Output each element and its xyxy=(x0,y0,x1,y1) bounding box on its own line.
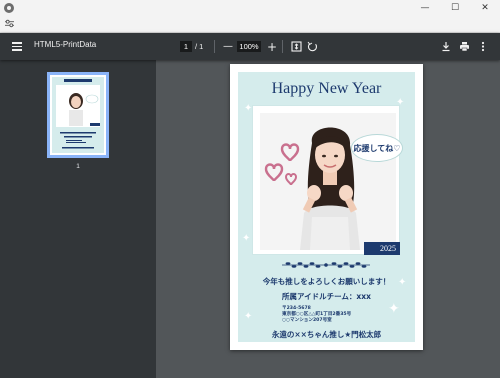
sparkle-icon: ✦ xyxy=(244,311,253,322)
pdf-toolbar: HTML5-PrintData 1 / 1 — 100% + xyxy=(0,33,500,60)
toolbar-divider xyxy=(214,40,215,53)
idol-group-line: 所属アイドルチーム：xxx xyxy=(282,292,371,301)
page-number-input[interactable]: 1 xyxy=(180,41,192,52)
zoom-level-input[interactable]: 100% xyxy=(237,41,261,52)
maximize-button[interactable]: ☐ xyxy=(440,0,470,15)
speech-bubble: 応援してね♡ xyxy=(351,134,403,162)
sender-name: 永遠の××ちゃん推し★門松太郎 xyxy=(271,330,382,339)
card-title: Happy New Year xyxy=(271,80,382,97)
app-icon xyxy=(4,2,14,13)
speech-bubble-text: 応援してね♡ xyxy=(353,143,401,153)
window-titlebar: — ☐ ✕ xyxy=(0,0,500,15)
download-icon[interactable] xyxy=(441,40,451,53)
sender-address: 〒234-5678 東京都○○区△△町1丁目2番35号 ○○マンション207号室 xyxy=(282,306,351,324)
rotate-icon[interactable] xyxy=(307,40,318,53)
page-count: / 1 xyxy=(195,42,204,51)
document-title: HTML5-PrintData xyxy=(34,40,97,49)
thumbnail-sidebar: 1 xyxy=(0,60,156,378)
tune-icon[interactable] xyxy=(5,19,14,28)
more-options-icon[interactable] xyxy=(480,40,486,53)
year-badge: 2025 xyxy=(364,242,400,255)
thumbnail-preview xyxy=(52,77,104,153)
zoom-in-button[interactable]: + xyxy=(267,40,277,54)
menu-icon[interactable] xyxy=(12,42,22,51)
close-button[interactable]: ✕ xyxy=(470,0,500,15)
site-info-strip xyxy=(0,15,500,33)
toolbar-divider xyxy=(282,40,283,53)
fit-page-icon[interactable] xyxy=(291,40,302,53)
minimize-button[interactable]: — xyxy=(410,0,440,15)
page-thumbnail[interactable] xyxy=(47,72,109,158)
sparkle-icon: ✦ xyxy=(244,103,253,114)
address-line: ○○マンション207号室 xyxy=(282,318,332,323)
window-controls: — ☐ ✕ xyxy=(410,0,500,15)
laurel-ornament xyxy=(282,262,370,268)
sparkle-icon: ✦ xyxy=(242,233,251,244)
print-icon[interactable] xyxy=(459,40,470,53)
thumbnail-page-number: 1 xyxy=(76,163,80,170)
pdf-page: Happy New Year ✦ ✦ ✦ ✦ ✦ ✦ 応援してね♡ 2025 今… xyxy=(230,64,423,350)
greeting-message: 今年も推しをよろしくお願いします！ xyxy=(262,277,391,286)
zoom-out-button[interactable]: — xyxy=(223,40,233,53)
new-year-card: Happy New Year ✦ ✦ ✦ ✦ ✦ ✦ 応援してね♡ 2025 今… xyxy=(238,72,415,342)
sparkle-icon: ✦ xyxy=(388,301,400,317)
photo-frame xyxy=(252,105,400,255)
